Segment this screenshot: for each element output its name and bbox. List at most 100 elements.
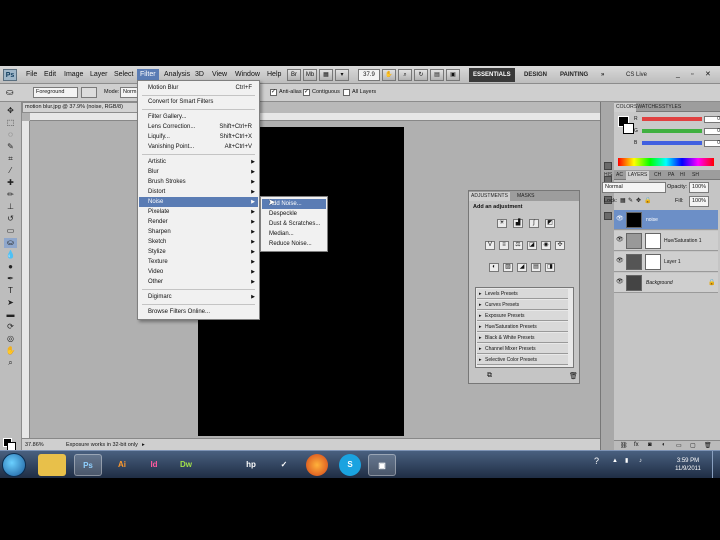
tab-shapes[interactable]: SH (690, 171, 701, 180)
zoom-tool-button[interactable]: ⌕ (398, 69, 412, 81)
tab-layers[interactable]: LAYERS (626, 171, 650, 180)
adjustments-delete-icon[interactable]: 🗑 (569, 372, 578, 380)
paint-bucket-tool-icon[interactable]: ⛀ (4, 238, 17, 248)
new-layer-icon[interactable]: ▢ (690, 442, 696, 449)
move-tool-icon[interactable]: ✥ (4, 106, 17, 116)
layer-row-noise[interactable]: 👁 noise (614, 210, 718, 230)
crop-tool-icon[interactable]: ⌗ (4, 154, 17, 164)
menu-select[interactable]: Select (111, 69, 136, 81)
lock-transparency-icon[interactable]: ▦ (620, 197, 626, 204)
new-group-icon[interactable]: ▭ (676, 442, 682, 449)
type-tool-icon[interactable]: T (4, 286, 17, 296)
arrange-documents-button[interactable]: ▤ (430, 69, 444, 81)
show-desktop-button[interactable] (712, 451, 720, 479)
dreamweaver-icon[interactable]: Dw (172, 454, 200, 476)
shape-tool-icon[interactable]: ▬ (4, 310, 17, 320)
window-close-button[interactable]: ✕ (702, 69, 714, 81)
screen-mode-button[interactable]: ▣ (446, 69, 460, 81)
channel-mixer-icon[interactable]: ✣ (555, 241, 565, 250)
background-color-swatch[interactable] (7, 442, 16, 450)
selective-color-icon[interactable]: ◨ (545, 263, 555, 272)
noise-item-dust-scratches[interactable]: Dust & Scratches... (262, 219, 326, 229)
tab-paths[interactable]: PA (666, 171, 676, 180)
layer-visibility-eye-icon[interactable]: 👁 (616, 237, 624, 244)
anti-alias-checkbox[interactable]: ✓ (270, 89, 277, 96)
skype-icon[interactable]: S (339, 454, 361, 476)
volume-icon[interactable]: ♪ (639, 457, 642, 465)
3d-orbit-tool-icon[interactable]: ◎ (4, 334, 17, 344)
quick-selection-tool-icon[interactable]: ✎ (4, 142, 17, 152)
lasso-tool-icon[interactable]: ◌ (4, 130, 17, 140)
screen-capture-icon[interactable]: ▣ (368, 454, 396, 476)
zoom-tool-icon[interactable]: ⌕ (4, 358, 17, 368)
zoom-level-button[interactable]: ▾ (335, 69, 349, 81)
rotate-view-button[interactable]: ↻ (414, 69, 428, 81)
preset-selective-color[interactable]: Selective Color Presets (477, 355, 568, 365)
mode-select[interactable]: Norm (120, 87, 138, 98)
preset-levels[interactable]: Levels Presets (477, 289, 568, 299)
lock-position-icon[interactable]: ✥ (636, 197, 641, 204)
status-zoom[interactable]: 37.86% (25, 441, 44, 449)
preset-black-white[interactable]: Black & White Presets (477, 333, 568, 343)
filter-item-convert-smart-filters[interactable]: Convert for Smart Filters (139, 97, 258, 107)
layer-visibility-eye-icon[interactable]: 👁 (616, 279, 624, 286)
photo-filter-icon[interactable]: ◉ (541, 241, 551, 250)
vertical-ruler[interactable] (22, 121, 30, 438)
noise-item-median[interactable]: Median... (262, 229, 326, 239)
brush-tool-icon[interactable]: ✏ (4, 190, 17, 200)
layer-mask-thumbnail[interactable] (645, 254, 661, 270)
layer-row-layer-1[interactable]: 👁 Layer 1 (614, 252, 718, 272)
start-button-icon[interactable] (2, 453, 26, 477)
hand-tool-icon[interactable]: ✋ (4, 346, 17, 356)
eraser-tool-icon[interactable]: ▭ (4, 226, 17, 236)
layer-name[interactable]: noise (646, 216, 658, 224)
fill-source-select[interactable]: Foreground (33, 87, 78, 98)
layer-name[interactable]: Layer 1 (664, 258, 681, 266)
threshold-icon[interactable]: ◢ (517, 263, 527, 272)
hp-icon[interactable]: hp (237, 454, 265, 476)
tab-paragraph[interactable]: HI (678, 171, 687, 180)
tab-actions[interactable]: AC (614, 171, 625, 180)
network-icon[interactable]: ▮ (625, 457, 628, 465)
preset-exposure[interactable]: Exposure Presets (477, 311, 568, 321)
noise-item-despeckle[interactable]: Despeckle (262, 209, 326, 219)
history-panel-icon[interactable] (604, 162, 612, 170)
filter-item-brush-strokes[interactable]: Brush Strokes ▶ (139, 177, 258, 187)
minibridge-button[interactable]: Mb (303, 69, 317, 81)
filter-item-pixelate[interactable]: Pixelate ▶ (139, 207, 258, 217)
zoom-level-field[interactable]: 37.9 (358, 69, 380, 81)
preset-curves[interactable]: Curves Presets (477, 300, 568, 310)
photoshop-icon[interactable]: Ps (74, 454, 102, 476)
brightness-contrast-icon[interactable]: ☀ (497, 219, 507, 228)
fill-field[interactable]: 100% (689, 196, 709, 207)
filter-item-sharpen[interactable]: Sharpen ▶ (139, 227, 258, 237)
filter-item-blur[interactable]: Blur ▶ (139, 167, 258, 177)
red-slider[interactable] (642, 117, 702, 121)
layer-visibility-eye-icon[interactable]: 👁 (616, 216, 624, 223)
clone-stamp-tool-icon[interactable]: ⊥ (4, 202, 17, 212)
workspace-painting[interactable]: PAINTING (556, 68, 592, 82)
workspace-more-button[interactable]: » (597, 68, 608, 82)
marquee-tool-icon[interactable]: ⬚ (4, 118, 17, 128)
window-restore-button[interactable]: ▫ (688, 69, 696, 81)
tab-masks[interactable]: MASKS (515, 192, 537, 201)
add-mask-icon[interactable]: ◙ (648, 442, 652, 448)
exposure-icon[interactable]: ◩ (545, 219, 555, 228)
preset-hue-saturation[interactable]: Hue/Saturation Presets (477, 322, 568, 332)
menu-image[interactable]: Image (61, 69, 86, 81)
menu-edit[interactable]: Edit (41, 69, 59, 81)
history-brush-tool-icon[interactable]: ↺ (4, 214, 17, 224)
preset-channel-mixer[interactable]: Channel Mixer Presets (477, 344, 568, 354)
help-tray-icon[interactable]: ? (594, 457, 599, 466)
eyedropper-tool-icon[interactable]: ⁄ (4, 166, 17, 176)
filter-item-noise[interactable]: Noise ▶ (139, 197, 258, 207)
horizontal-ruler[interactable] (30, 113, 600, 121)
healing-brush-tool-icon[interactable]: ✚ (4, 178, 17, 188)
filter-item-sketch[interactable]: Sketch ▶ (139, 237, 258, 247)
filter-item-lens-correction[interactable]: Lens Correction... Shift+Ctrl+R (139, 122, 258, 132)
hand-tool-button[interactable]: ✋ (382, 69, 396, 81)
opacity-field[interactable]: 100% (689, 182, 709, 193)
tab-styles[interactable]: STYLES (660, 103, 683, 112)
firefox-icon[interactable] (306, 454, 328, 476)
black-white-icon[interactable]: ◪ (527, 241, 537, 250)
